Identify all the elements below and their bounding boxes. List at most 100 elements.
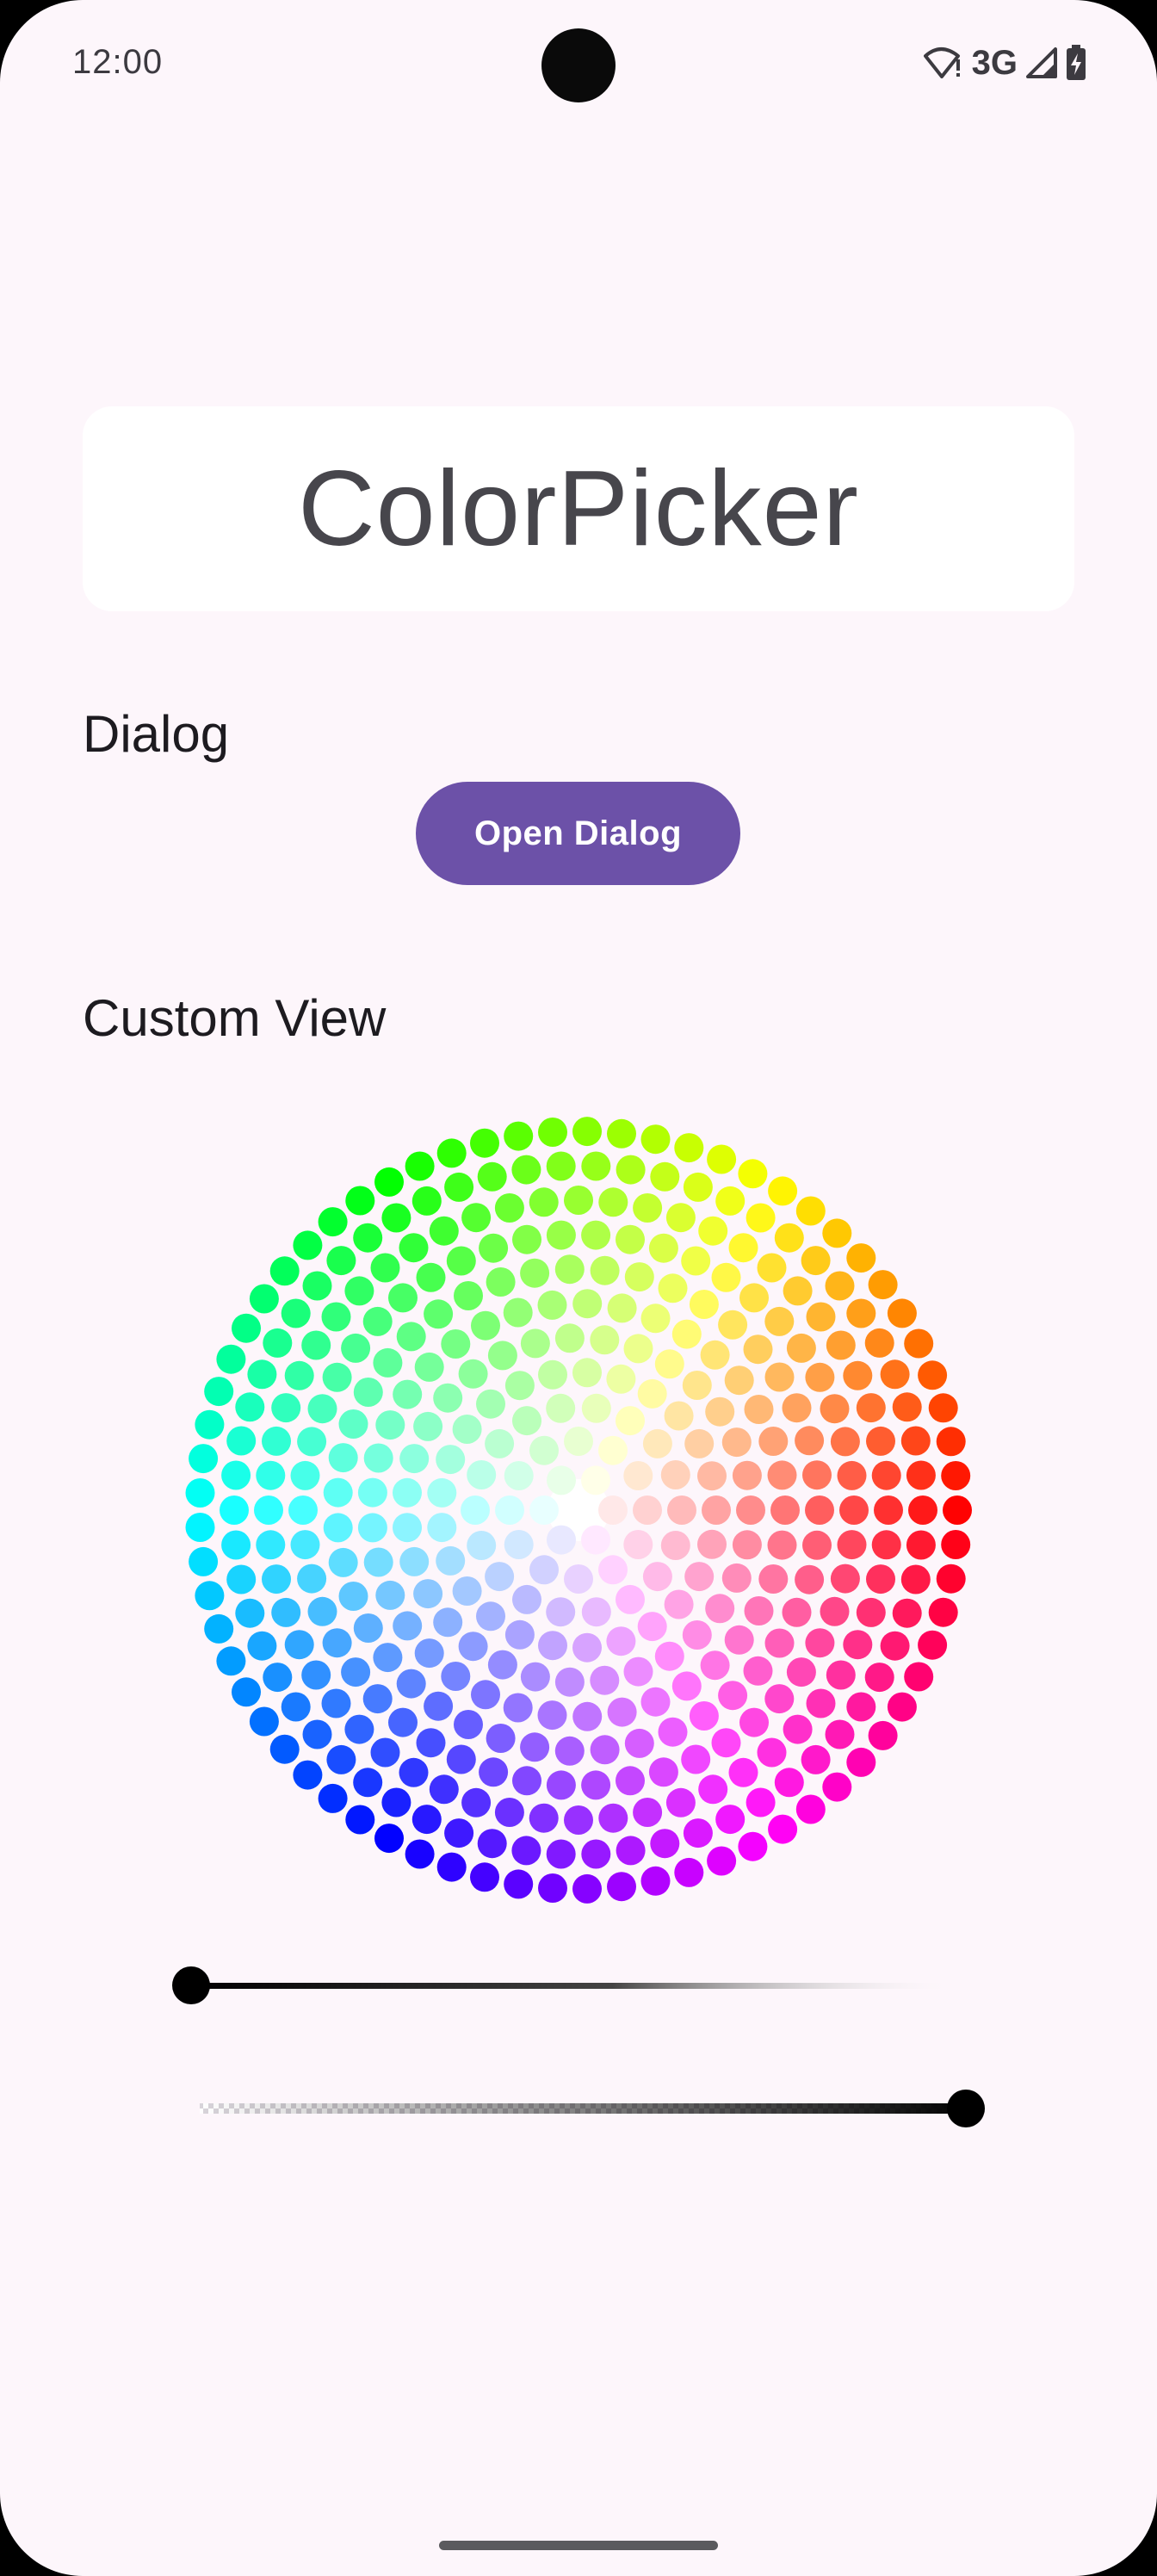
color-wheel-dot (698, 1774, 728, 1805)
color-wheel-dot (357, 1513, 387, 1543)
color-wheel-dot (941, 1461, 971, 1490)
color-wheel-dot (446, 1246, 476, 1276)
color-wheel-dot (640, 1124, 671, 1155)
color-wheel-dot (616, 1836, 646, 1866)
color-wheel-dot (503, 1693, 533, 1723)
color-wheel-dot (581, 1393, 611, 1423)
color-wheel-dot (262, 1564, 291, 1595)
color-wheel-dot (590, 1735, 620, 1765)
color-wheel-dot (707, 1144, 737, 1174)
color-wheel-dot (189, 1546, 219, 1576)
color-wheel-dot (381, 1787, 411, 1817)
color-wheel-dot (743, 1656, 773, 1686)
color-wheel-dot (700, 1650, 730, 1681)
color-wheel-dot (328, 1443, 358, 1473)
color-wheel-dot (572, 1289, 603, 1319)
color-wheel-dot (353, 1768, 383, 1798)
color-wheel-dot (486, 1724, 516, 1753)
color-wheel-dot (247, 1359, 277, 1390)
color-wheel-dot (220, 1495, 249, 1525)
color-wheel-dot (887, 1298, 917, 1328)
color-wheel-dot (928, 1597, 958, 1627)
color-wheel-dot (606, 1626, 636, 1656)
dialog-section-label: Dialog (83, 705, 230, 763)
color-wheel-dot (375, 1410, 405, 1440)
color-wheel-dot (471, 1310, 500, 1341)
color-wheel-dot (768, 1814, 798, 1844)
color-wheel-dot (284, 1630, 314, 1660)
color-wheel-dot (467, 1531, 497, 1560)
color-wheel-dot (826, 1330, 856, 1360)
color-wheel-dot (458, 1632, 488, 1662)
color-wheel-dot (363, 1443, 393, 1473)
color-wheel-dot (623, 1530, 653, 1559)
color-wheel-dot (504, 1461, 534, 1490)
color-wheel-dot (906, 1530, 936, 1560)
color-wheel-dot (446, 1744, 476, 1774)
color-wheel-dot (640, 1866, 671, 1896)
color-wheel-dot (764, 1684, 795, 1714)
color-wheel-dot (866, 1426, 895, 1456)
color-wheel-dot (843, 1360, 873, 1390)
color-wheel-dot (623, 1656, 653, 1687)
color-wheel-dot (461, 1787, 492, 1817)
color-wheel-dot (782, 1393, 812, 1423)
color-wheel-dot (344, 1714, 374, 1744)
color-wheel-dot (436, 1445, 466, 1475)
color-wheel-dot (357, 1477, 387, 1508)
color-wheel-dot (786, 1333, 816, 1363)
color-wheel-dot (512, 1766, 541, 1796)
color-wheel-dot (564, 1805, 593, 1835)
color-wheel-dot (702, 1495, 731, 1525)
color-wheel-dot (941, 1530, 971, 1559)
color-wheel-dot (846, 1243, 876, 1273)
color-wheel-dot (640, 1687, 671, 1717)
color-wheel-dot (782, 1597, 812, 1627)
color-wheel-dot (284, 1360, 314, 1390)
color-wheel-dot (715, 1805, 746, 1835)
color-wheel-dot (642, 1562, 672, 1592)
color-wheel-dot (744, 1596, 774, 1625)
color-wheel-dot (658, 1717, 688, 1747)
color-wheel-dot (479, 1757, 509, 1787)
open-dialog-button[interactable]: Open Dialog (416, 782, 740, 885)
color-wheel-dot (665, 1203, 696, 1233)
color-wheel-dot (681, 1744, 711, 1774)
color-wheel-dot (906, 1460, 936, 1490)
color-wheel-dot (764, 1306, 795, 1336)
color-wheel-dot (414, 1638, 444, 1669)
color-wheel-dot (738, 1159, 768, 1189)
color-wheel-dot (637, 1612, 667, 1642)
brightness-slider[interactable] (172, 1960, 999, 2011)
color-wheel-dot (774, 1223, 804, 1253)
color-wheel-dot (546, 1770, 576, 1800)
color-wheel-dot (321, 1688, 351, 1718)
color-wheel-dot (424, 1299, 454, 1329)
color-wheel-dot (396, 1669, 426, 1699)
color-wheel-dot (682, 1620, 712, 1650)
color-wheel-dot (728, 1233, 758, 1263)
color-wheel-dot (436, 1852, 467, 1882)
color-wheel[interactable] (179, 1111, 978, 1910)
color-wheel-dot (486, 1267, 516, 1297)
color-wheel-dot (698, 1216, 728, 1246)
alpha-slider[interactable] (172, 2083, 999, 2134)
color-wheel-dot (547, 1465, 576, 1495)
color-wheel-dot (411, 1805, 442, 1835)
color-wheel-dot (263, 1328, 293, 1358)
color-wheel-dot (307, 1394, 337, 1424)
color-wheel-dot (185, 1478, 215, 1508)
color-wheel-dot (822, 1218, 852, 1248)
color-wheel-dot (399, 1546, 430, 1576)
color-wheel-dot (658, 1273, 688, 1303)
color-wheel-dot (664, 1589, 694, 1619)
color-wheel-dot (546, 1151, 576, 1181)
color-wheel-dot (874, 1495, 903, 1525)
color-wheel-dot (185, 1513, 215, 1542)
home-indicator[interactable] (439, 2541, 718, 2550)
color-wheel-dot (495, 1495, 524, 1525)
color-wheel-dot (683, 1818, 713, 1848)
color-wheel-dot (671, 1319, 702, 1349)
color-wheel-dot (732, 1460, 762, 1490)
color-wheel-dot (721, 1563, 752, 1593)
